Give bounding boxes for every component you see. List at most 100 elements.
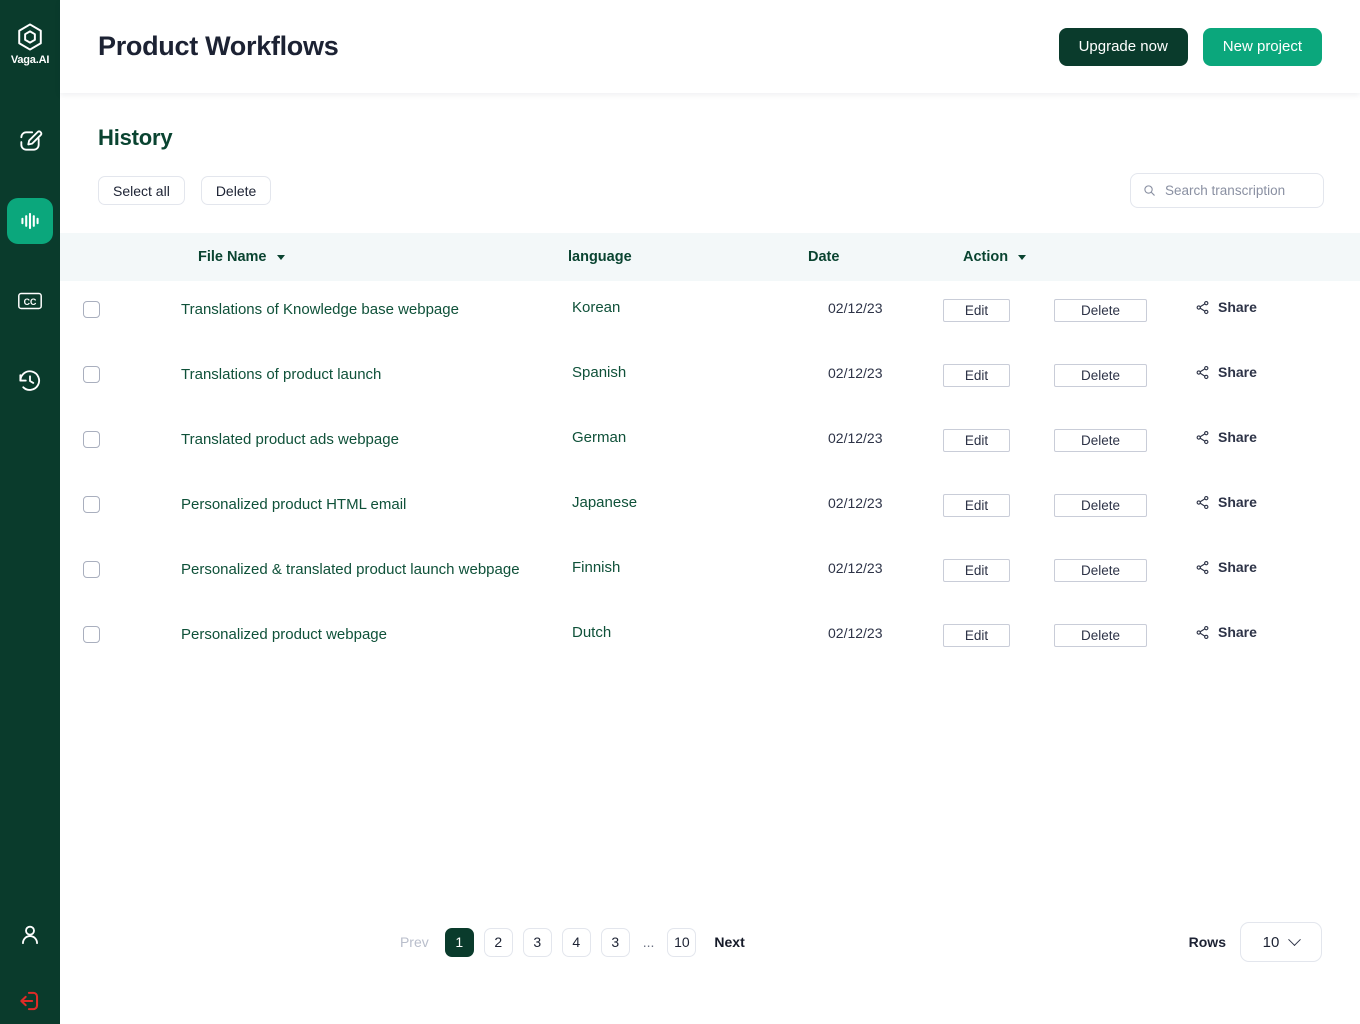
row-file-name[interactable]: Translations of Knowledge base webpage — [123, 299, 568, 320]
row-language: German — [572, 429, 627, 446]
content-area: History Select all Delete Search transcr… — [60, 93, 1360, 671]
row-delete-button[interactable]: Delete — [1054, 364, 1147, 387]
row-edit-button[interactable]: Edit — [943, 429, 1010, 452]
pagination-page-4[interactable]: 4 — [561, 927, 591, 957]
logout-icon — [20, 991, 39, 1011]
table-header-action[interactable]: Action — [943, 249, 1360, 265]
select-all-button[interactable]: Select all — [98, 176, 185, 205]
row-language: Korean — [572, 299, 621, 316]
sidebar-item-captions[interactable]: CC — [7, 278, 53, 324]
table-header-date: Date — [798, 249, 943, 265]
row-file-name[interactable]: Translations of product launch — [123, 364, 568, 385]
search-box[interactable] — [1130, 173, 1324, 208]
row-share-label: Share — [1218, 624, 1257, 640]
pagination-page-3[interactable]: 3 — [522, 927, 552, 957]
table-header-language-label: language — [568, 249, 632, 265]
row-share-button[interactable]: Share — [1195, 494, 1257, 510]
brand-logo[interactable]: Vaga.AI — [11, 22, 49, 66]
header-actions: Upgrade now New project — [1058, 27, 1322, 66]
sidebar-item-edit[interactable] — [7, 118, 53, 164]
chevron-down-icon — [1288, 932, 1302, 946]
pagination-bar: Prev 1 2 3 4 3... 10 Next Rows 10 — [60, 922, 1360, 962]
sidebar-item-logout[interactable] — [7, 978, 53, 1024]
sidebar-item-profile[interactable] — [7, 912, 53, 958]
new-project-button[interactable]: New project — [1202, 27, 1322, 66]
sidebar-bottom-nav — [7, 912, 53, 1024]
row-share-button[interactable]: Share — [1195, 429, 1257, 445]
row-edit-button[interactable]: Edit — [943, 559, 1010, 582]
history-table: File Name language Date Action Translati… — [60, 233, 1360, 671]
row-checkbox-cell — [60, 429, 123, 448]
row-edit-button[interactable]: Edit — [943, 364, 1010, 387]
row-delete-button[interactable]: Delete — [1054, 299, 1147, 322]
row-delete-button[interactable]: Delete — [1054, 559, 1147, 582]
rows-select[interactable]: 10 — [1239, 922, 1322, 962]
user-profile-icon — [22, 925, 38, 945]
row-language: Finnish — [572, 559, 621, 576]
row-checkbox-cell — [60, 364, 123, 383]
pagination-page-2[interactable]: 2 — [483, 927, 513, 957]
pagination-page-3[interactable]: 3 — [600, 927, 630, 957]
table-row: Translations of Knowledge base webpage Ko… — [60, 281, 1360, 346]
table-header-date-label: Date — [808, 249, 840, 265]
pagination-page-10[interactable]: 10 — [667, 927, 697, 957]
table-header-row: File Name language Date Action — [60, 233, 1360, 281]
row-checkbox[interactable] — [83, 431, 100, 448]
row-delete-button[interactable]: Delete — [1054, 429, 1147, 452]
pagination-next[interactable]: Next — [714, 934, 744, 950]
share-icon — [1196, 560, 1209, 574]
row-file-name[interactable]: Translated product ads webpage — [123, 429, 568, 450]
search-input[interactable] — [1165, 183, 1311, 198]
row-delete-button[interactable]: Delete — [1054, 494, 1147, 517]
search-icon — [1144, 185, 1155, 196]
row-share-label: Share — [1218, 559, 1257, 575]
row-file-name[interactable]: Personalized & translated product launch… — [123, 559, 568, 580]
row-share-label: Share — [1218, 494, 1257, 510]
sidebar-item-transcribe[interactable] — [7, 198, 53, 244]
row-edit-button[interactable]: Edit — [943, 494, 1010, 517]
row-checkbox[interactable] — [83, 301, 100, 318]
row-language: Spanish — [572, 364, 627, 381]
row-checkbox-cell — [60, 299, 123, 318]
row-share-button[interactable]: Share — [1195, 624, 1257, 640]
pagination-ellipsis: ... — [642, 934, 655, 950]
rows-per-page: Rows 10 — [1189, 922, 1322, 962]
upgrade-now-button[interactable]: Upgrade now — [1058, 27, 1188, 66]
row-date: 02/12/23 — [828, 300, 883, 316]
share-icon — [1196, 300, 1209, 314]
row-file-name[interactable]: Personalized product HTML email — [123, 494, 568, 515]
table-header-file-name-label: File Name — [198, 249, 267, 265]
table-body: Translations of Knowledge base webpage Ko… — [60, 281, 1360, 671]
delete-selected-button[interactable]: Delete — [200, 176, 272, 205]
row-checkbox[interactable] — [83, 366, 100, 383]
row-delete-button[interactable]: Delete — [1054, 624, 1147, 647]
sidebar-item-history[interactable] — [7, 358, 53, 404]
sidebar: Vaga.AI CC — [0, 0, 60, 1024]
row-share-button[interactable]: Share — [1195, 559, 1257, 575]
pagination-page-1[interactable]: 1 — [444, 927, 474, 957]
row-checkbox[interactable] — [83, 561, 100, 578]
pagination-controls: Prev 1 2 3 4 3... 10 Next — [320, 927, 745, 957]
row-date: 02/12/23 — [828, 430, 883, 446]
row-file-name[interactable]: Personalized product webpage — [123, 624, 568, 645]
main-area: Product Workflows Upgrade now New projec… — [60, 0, 1360, 1024]
row-share-label: Share — [1218, 364, 1257, 380]
row-checkbox-cell — [60, 559, 123, 578]
row-checkbox[interactable] — [83, 496, 100, 513]
brand-name: Vaga.AI — [10, 54, 50, 66]
row-date: 02/12/23 — [828, 560, 883, 576]
table-header-file-name[interactable]: File Name — [123, 249, 568, 265]
row-share-button[interactable]: Share — [1195, 364, 1257, 380]
row-edit-button[interactable]: Edit — [943, 624, 1010, 647]
row-date: 02/12/23 — [828, 625, 883, 641]
chevron-down-icon — [276, 254, 285, 260]
row-checkbox[interactable] — [83, 626, 100, 643]
table-row: Translated product ads webpage German 02/1… — [60, 411, 1360, 476]
history-clock-icon — [19, 370, 41, 391]
row-share-button[interactable]: Share — [1195, 299, 1257, 315]
sidebar-nav: CC — [7, 118, 53, 438]
pagination-prev[interactable]: Prev — [400, 934, 429, 950]
row-checkbox-cell — [60, 624, 123, 643]
row-share-label: Share — [1218, 299, 1257, 315]
row-edit-button[interactable]: Edit — [943, 299, 1010, 322]
